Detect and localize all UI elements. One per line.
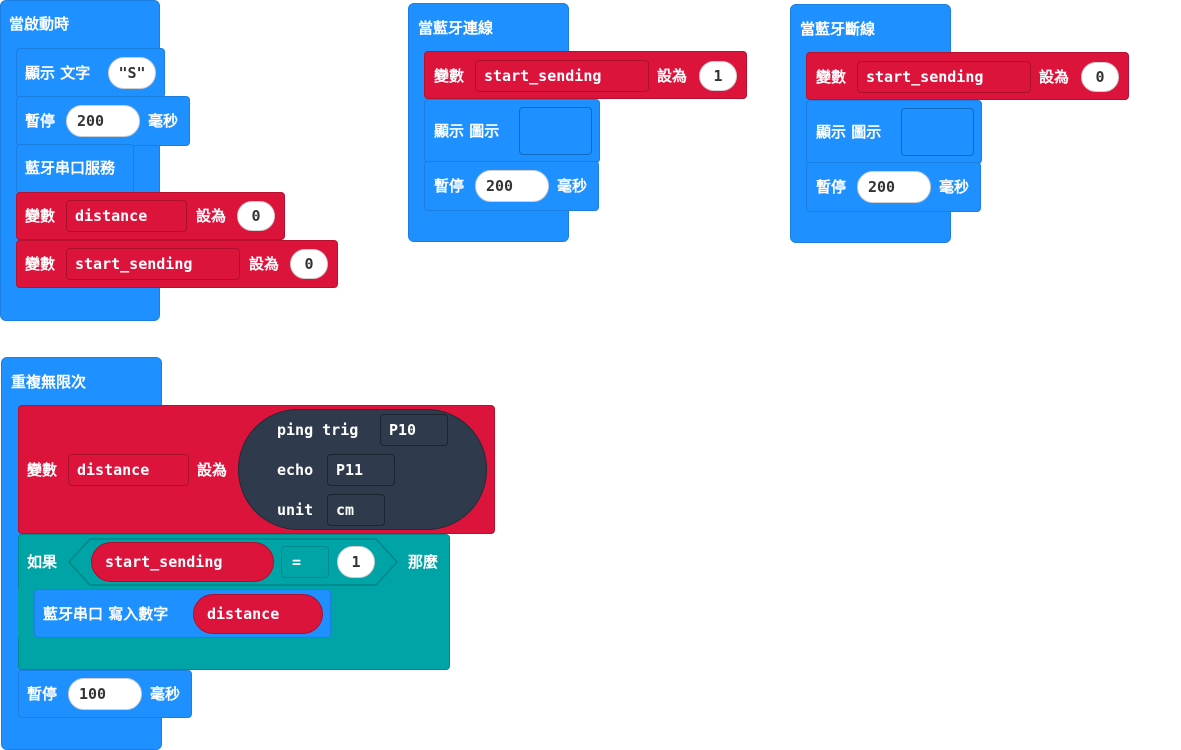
- show-icon-label: 顯示 圖示: [434, 122, 500, 140]
- var-label: 變數: [27, 461, 58, 479]
- unit-label: unit: [277, 501, 314, 519]
- var-dropdown-start-sending[interactable]: start_sending: [475, 60, 649, 92]
- show-string-label: 顯示 文字: [25, 64, 91, 82]
- ms-label: 毫秒: [150, 685, 181, 703]
- compare-value[interactable]: 1: [337, 546, 375, 578]
- pause-label: 暫停: [25, 112, 56, 130]
- pause-value[interactable]: 200: [66, 105, 140, 137]
- ms-label: 毫秒: [148, 112, 179, 130]
- trig-pin-dropdown[interactable]: P10: [380, 414, 448, 446]
- pause-label: 暫停: [434, 177, 465, 195]
- var-label: 變數: [25, 255, 56, 273]
- operator-dropdown[interactable]: =: [281, 546, 329, 578]
- var-dropdown-start-sending[interactable]: start_sending: [857, 61, 1031, 93]
- ms-label: 毫秒: [939, 178, 970, 196]
- set-value-distance[interactable]: 0: [237, 201, 275, 231]
- if-block-spine: [18, 589, 32, 638]
- set-value[interactable]: 1: [699, 61, 737, 91]
- icon-picker[interactable]: [519, 107, 592, 155]
- ping-trig-label: ping trig: [277, 421, 359, 439]
- var-dropdown-distance[interactable]: distance: [68, 454, 189, 486]
- then-label: 那麼: [408, 553, 439, 571]
- bt-uart-service-label: 藍牙串口服務: [25, 159, 116, 177]
- pause-value[interactable]: 200: [475, 170, 549, 202]
- on-bt-connected-label: 當藍牙連線: [418, 19, 494, 37]
- var-label: 變數: [25, 207, 56, 225]
- var-start-sending-reporter[interactable]: start_sending: [91, 542, 274, 582]
- set-label: 設為: [1039, 68, 1070, 86]
- icon-picker[interactable]: [901, 108, 974, 156]
- var-label: 變數: [434, 67, 465, 85]
- forever-label: 重複無限次: [11, 373, 87, 391]
- ms-label: 毫秒: [557, 177, 588, 195]
- if-label: 如果: [27, 553, 58, 571]
- var-dropdown-distance[interactable]: distance: [66, 200, 187, 232]
- set-label: 設為: [196, 207, 227, 225]
- echo-label: echo: [277, 461, 314, 479]
- on-bt-disconnected-label: 當藍牙斷線: [800, 20, 876, 38]
- unit-dropdown[interactable]: cm: [327, 494, 385, 526]
- set-value[interactable]: 0: [1081, 62, 1119, 92]
- set-label: 設為: [657, 67, 688, 85]
- show-icon-label: 顯示 圖示: [816, 123, 882, 141]
- pause-label: 暫停: [27, 685, 58, 703]
- set-label: 設為: [249, 255, 280, 273]
- echo-pin-dropdown[interactable]: P11: [327, 454, 395, 486]
- var-distance-reporter[interactable]: distance: [193, 594, 323, 634]
- show-string-value[interactable]: "S": [108, 57, 156, 89]
- var-dropdown-start-sending[interactable]: start_sending: [66, 248, 240, 280]
- var-label: 變數: [816, 68, 847, 86]
- pause-value[interactable]: 200: [857, 171, 931, 203]
- bt-write-number-label: 藍牙串口 寫入數字: [43, 605, 169, 623]
- pause-label: 暫停: [816, 178, 847, 196]
- set-value-start-sending[interactable]: 0: [290, 249, 328, 279]
- set-label: 設為: [197, 461, 228, 479]
- on-start-label: 當啟動時: [9, 15, 70, 33]
- pause-value[interactable]: 100: [68, 678, 142, 710]
